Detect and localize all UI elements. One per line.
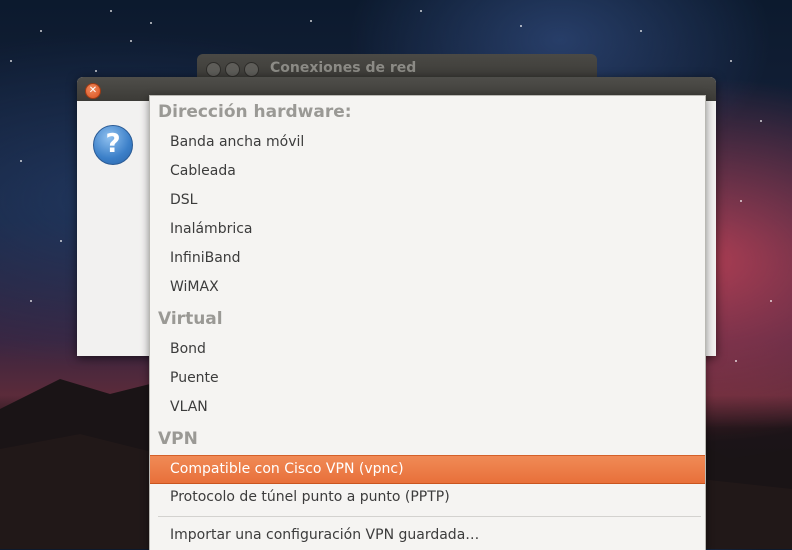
menu-item-pptp[interactable]: Protocolo de túnel punto a punto (PPTP) — [170, 489, 450, 505]
menu-header-vpn: VPN — [158, 429, 198, 449]
menu-item-bond[interactable]: Bond — [170, 341, 206, 357]
close-icon[interactable] — [206, 62, 221, 77]
menu-item-wireless[interactable]: Inalámbrica — [170, 221, 253, 237]
window-title: Conexiones de red — [270, 60, 417, 76]
close-icon[interactable]: ✕ — [85, 83, 101, 99]
connection-type-menu: Dirección hardware: Banda ancha móvil Ca… — [149, 95, 706, 550]
minimize-icon[interactable] — [225, 62, 240, 77]
menu-header-virtual: Virtual — [158, 309, 223, 329]
menu-item-ethernet[interactable]: Cableada — [170, 163, 236, 179]
menu-item-vlan[interactable]: VLAN — [170, 399, 208, 415]
menu-header-hardware: Dirección hardware: — [158, 102, 352, 122]
menu-item-import-vpn[interactable]: Importar una configuración VPN guardada… — [170, 527, 479, 543]
menu-item-wimax[interactable]: WiMAX — [170, 279, 219, 295]
menu-item-infiniband[interactable]: InfiniBand — [170, 250, 241, 266]
menu-item-bridge[interactable]: Puente — [170, 370, 219, 386]
menu-item-mobile-broadband[interactable]: Banda ancha móvil — [170, 134, 304, 150]
question-icon: ? — [93, 125, 133, 165]
menu-separator — [158, 516, 701, 517]
menu-item-label: Compatible con Cisco VPN (vpnc) — [170, 461, 404, 477]
menu-item-dsl[interactable]: DSL — [170, 192, 197, 208]
menu-item-cisco-vpn[interactable]: Compatible con Cisco VPN (vpnc) — [150, 455, 705, 484]
maximize-icon[interactable] — [244, 62, 259, 77]
